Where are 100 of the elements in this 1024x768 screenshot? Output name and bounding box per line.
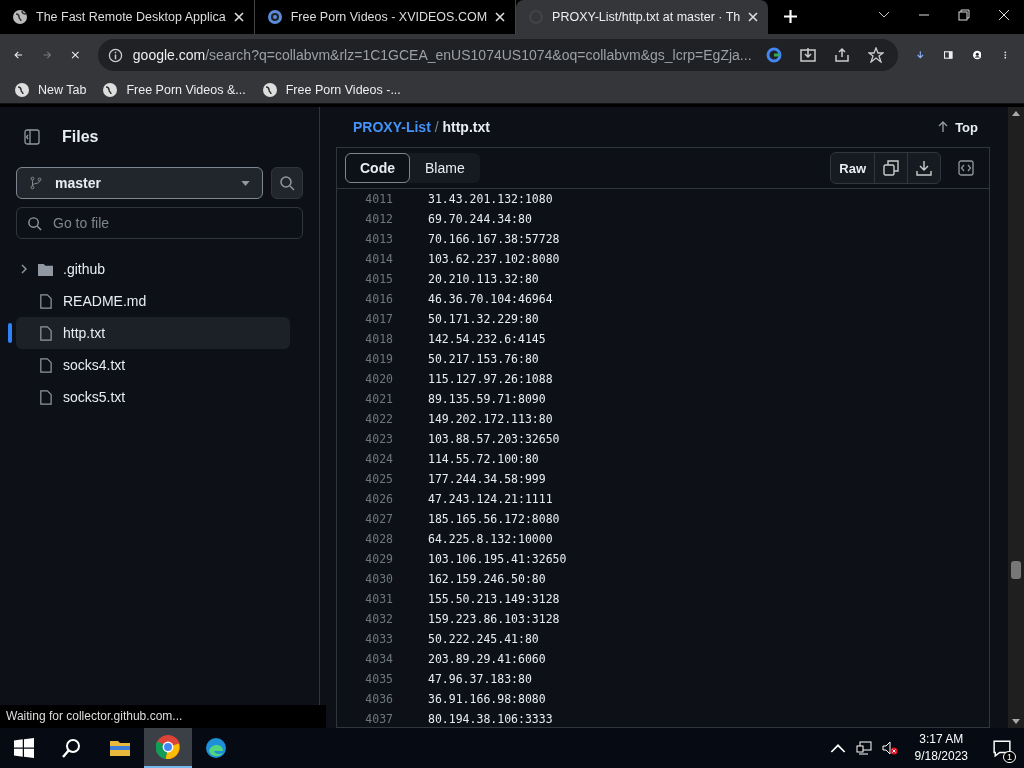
line-number: 4012 bbox=[364, 212, 393, 226]
new-tab-icon[interactable] bbox=[784, 10, 798, 23]
branch-selector[interactable]: master bbox=[16, 167, 263, 199]
code-line: 31.43.201.132:1080 bbox=[428, 192, 553, 206]
code-line: 149.202.172.113:80 bbox=[428, 412, 553, 426]
line-number: 4028 bbox=[364, 532, 393, 546]
line-number: 4020 bbox=[364, 372, 393, 386]
code-line: 155.50.213.149:3128 bbox=[428, 592, 560, 606]
file-tree-item[interactable]: README.md bbox=[16, 285, 290, 317]
line-number: 4017 bbox=[364, 312, 393, 326]
close-icon[interactable] bbox=[748, 12, 759, 22]
collapse-sidebar-icon[interactable] bbox=[24, 129, 40, 145]
code-line: 162.159.246.50:80 bbox=[428, 572, 546, 586]
site-icon bbox=[266, 9, 283, 25]
arrow-up-icon bbox=[937, 121, 950, 133]
line-number: 4034 bbox=[364, 652, 393, 666]
search-button[interactable] bbox=[271, 167, 303, 199]
file-icon bbox=[38, 325, 53, 341]
code-icon bbox=[958, 160, 974, 176]
scroll-up-icon[interactable] bbox=[1012, 111, 1020, 116]
code-line: 142.54.232.6:4145 bbox=[428, 332, 546, 346]
notification-badge: 1 bbox=[1003, 751, 1016, 763]
restore-icon[interactable] bbox=[958, 9, 970, 21]
code-line: 114.55.72.100:80 bbox=[428, 452, 539, 466]
chevron-right-icon[interactable] bbox=[20, 264, 28, 274]
code-line: 185.165.56.172:8080 bbox=[428, 512, 560, 526]
code-line: 50.217.153.76:80 bbox=[428, 352, 539, 366]
line-number: 4027 bbox=[364, 512, 393, 526]
sidebar-title: Files bbox=[62, 128, 99, 146]
code-line: 103.88.57.203:32650 bbox=[428, 432, 560, 446]
view-tab[interactable]: Blame bbox=[410, 153, 480, 183]
scroll-thumb[interactable] bbox=[1011, 561, 1021, 579]
code-line: 89.135.59.71:8090 bbox=[428, 392, 546, 406]
file-tree-item[interactable]: socks4.txt bbox=[16, 349, 290, 381]
code-line: 103.106.195.41:32650 bbox=[428, 552, 567, 566]
scrollbar[interactable] bbox=[1008, 107, 1024, 728]
address-bar[interactable]: google.com/search?q=collabvm&rlz=1C1GCEA_enUS1074US1074&oq=collabvm&gs_lcrp=EgZja... bbox=[97, 39, 898, 71]
code-line: 47.243.124.21:1111 bbox=[428, 492, 553, 506]
line-number: 4016 bbox=[364, 292, 393, 306]
code-line: 64.225.8.132:10000 bbox=[428, 532, 553, 546]
branch-icon bbox=[29, 176, 43, 190]
code-line: 20.210.113.32:80 bbox=[428, 272, 539, 286]
line-number: 4014 bbox=[364, 252, 393, 266]
line-number: 4026 bbox=[364, 492, 393, 506]
line-number: 4018 bbox=[364, 332, 393, 346]
caret-icon bbox=[241, 180, 250, 186]
line-number: 4011 bbox=[364, 192, 393, 206]
selection-indicator bbox=[8, 323, 12, 343]
globe-icon bbox=[12, 9, 28, 25]
line-number: 4024 bbox=[364, 452, 393, 466]
file-icon bbox=[38, 293, 53, 309]
code-line: 115.127.97.26:1088 bbox=[428, 372, 553, 386]
file-icon bbox=[38, 389, 53, 405]
line-number: 4035 bbox=[364, 672, 393, 686]
code-line: 159.223.86.103:3128 bbox=[428, 612, 560, 626]
line-number: 4029 bbox=[364, 552, 393, 566]
code-line: 203.89.29.41:6060 bbox=[428, 652, 546, 666]
file-tree-item[interactable]: .github bbox=[16, 253, 290, 285]
search-field[interactable]: Go to file bbox=[16, 207, 303, 239]
search-icon bbox=[279, 175, 295, 191]
repo-link[interactable]: PROXY-List bbox=[353, 119, 431, 135]
bookmark[interactable]: Free Porn Videos -... bbox=[261, 81, 401, 98]
line-number: 4019 bbox=[364, 352, 393, 366]
clock[interactable]: 3:17 AM 9/18/2023 bbox=[902, 731, 980, 765]
code-line: 177.244.34.58:999 bbox=[428, 472, 546, 486]
info-icon bbox=[107, 47, 123, 63]
line-number: 4015 bbox=[364, 272, 393, 286]
close-icon[interactable] bbox=[233, 12, 244, 22]
code-line: 70.166.167.38:57728 bbox=[428, 232, 560, 246]
code-line: 47.96.37.183:80 bbox=[428, 672, 532, 686]
browser-icon bbox=[156, 735, 180, 759]
close-icon[interactable] bbox=[998, 9, 1010, 21]
code-line: 46.36.70.104:46964 bbox=[428, 292, 553, 306]
view-tab[interactable]: Code bbox=[345, 153, 410, 183]
file-tree-item[interactable]: socks5.txt bbox=[16, 381, 290, 413]
line-number: 4023 bbox=[364, 432, 393, 446]
line-number: 4021 bbox=[364, 392, 393, 406]
line-number: 4036 bbox=[364, 692, 393, 706]
line-number: 4025 bbox=[364, 472, 393, 486]
code-line: 36.91.166.98:8080 bbox=[428, 692, 546, 706]
status-bubble: Waiting for collector.github.com... bbox=[0, 705, 326, 728]
code-line: 80.194.38.106:3333 bbox=[428, 712, 553, 726]
browser-taskbar-button[interactable] bbox=[144, 728, 192, 768]
line-number: 4030 bbox=[364, 572, 393, 586]
globe-icon bbox=[261, 81, 278, 98]
line-number: 4031 bbox=[364, 592, 393, 606]
globe-icon bbox=[14, 81, 30, 98]
scroll-down-icon[interactable] bbox=[1012, 719, 1020, 724]
search-icon bbox=[27, 216, 42, 231]
copy-icon bbox=[883, 160, 899, 176]
bookmark[interactable]: New Tab bbox=[14, 81, 87, 98]
globe-icon bbox=[102, 81, 119, 98]
top-link[interactable]: Top bbox=[937, 119, 978, 135]
close-icon[interactable] bbox=[495, 12, 506, 22]
code-line: 50.222.245.41:80 bbox=[428, 632, 539, 646]
browser-tab[interactable]: PROXY-List/http.txt at master · Th bbox=[516, 0, 769, 34]
download-icon bbox=[916, 160, 932, 176]
line-number: 4013 bbox=[364, 232, 393, 246]
code-line: 69.70.244.34:80 bbox=[428, 212, 532, 226]
bookmark[interactable]: Free Porn Videos &... bbox=[102, 81, 246, 98]
